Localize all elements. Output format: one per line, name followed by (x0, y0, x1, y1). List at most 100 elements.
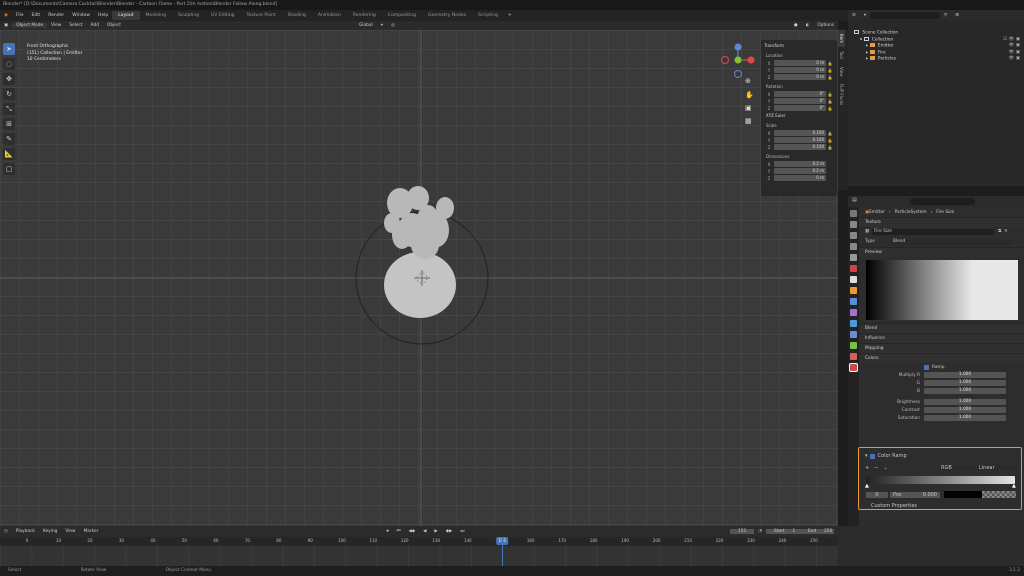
physics-tab-icon[interactable] (850, 320, 857, 327)
select-tool-icon[interactable]: ➤ (3, 43, 15, 55)
rotation-mode-select[interactable]: XYZ Euler (764, 113, 819, 119)
lock-icon[interactable]: 🔓 (826, 131, 834, 136)
menu-object[interactable]: Object (103, 23, 125, 28)
particles-tab-icon[interactable] (850, 309, 857, 316)
lock-icon[interactable]: 🔓 (826, 138, 834, 143)
play-reverse-icon[interactable]: ◀ (419, 529, 430, 534)
outliner-search-field[interactable] (870, 11, 941, 19)
lock-icon[interactable]: 🔓 (826, 68, 834, 73)
zoom-view-icon[interactable]: ⊕ (745, 77, 751, 85)
tab-animation[interactable]: Animation (312, 11, 347, 20)
view-layer-tab-icon[interactable] (850, 243, 857, 250)
interpolation-select[interactable]: Linear (977, 465, 1017, 471)
world-tab-icon[interactable] (850, 265, 857, 272)
proportional-edit-icon[interactable]: ◎ (387, 23, 399, 28)
multiply-r-field[interactable]: 1.000 (924, 372, 1006, 378)
add-cube-tool-icon[interactable]: ▢ (3, 163, 15, 175)
move-tool-icon[interactable]: ✥ (3, 73, 15, 85)
tab-texture-paint[interactable]: Texture Paint (241, 11, 282, 20)
render-tab-icon[interactable] (850, 221, 857, 228)
stop-color-swatch[interactable] (944, 491, 982, 498)
chevron-right-icon[interactable]: ▸ (866, 57, 868, 62)
tab-rendering[interactable]: Rendering (347, 11, 382, 20)
menu-view[interactable]: View (47, 23, 65, 28)
perspective-toggle-icon[interactable]: ▦ (745, 117, 752, 125)
contrast-field[interactable]: 1.000 (924, 407, 1006, 413)
tab-view[interactable]: View (838, 63, 845, 81)
filter-icon[interactable]: ⚲ (940, 13, 951, 18)
tab-uv-editing[interactable]: UV Editing (205, 11, 240, 20)
new-texture-icon[interactable]: ⧉ (998, 229, 1001, 234)
stop-index-field[interactable]: 0 (866, 491, 888, 498)
properties-search-field[interactable] (910, 198, 975, 205)
camera-view-icon[interactable]: ▣ (745, 104, 752, 112)
data-tab-icon[interactable] (850, 342, 857, 349)
tab-geometry-nodes[interactable]: Geometry Nodes (422, 11, 472, 20)
mapping-panel-header[interactable]: Mapping (859, 343, 1024, 353)
scene-tab-icon[interactable] (850, 254, 857, 261)
start-frame-field[interactable]: Start 1 (766, 529, 800, 534)
ramp-menu-icon[interactable]: ⌄ (883, 465, 887, 471)
g-field[interactable]: 1.000 (924, 380, 1006, 386)
menu-playback[interactable]: Playback (12, 529, 39, 534)
outliner-editor-icon[interactable]: ☰ (848, 13, 860, 18)
lock-icon[interactable]: 🔓 (826, 61, 834, 66)
color-ramp-bar[interactable] (866, 476, 1015, 484)
timeline-ruler[interactable]: 0102030405060708090100110120130140150160… (0, 537, 838, 546)
output-tab-icon[interactable] (850, 232, 857, 239)
menu-edit[interactable]: Edit (27, 13, 44, 18)
timeline-editor-icon[interactable]: ◷ (0, 529, 12, 534)
chevron-right-icon[interactable]: ▸ (866, 50, 868, 55)
transform-orientation-selector[interactable]: Global (355, 23, 377, 28)
editor-type-icon[interactable]: ▣ (0, 23, 12, 28)
outliner-item-particles[interactable]: ▸ Particles 👁 ▣ (848, 56, 1024, 63)
ramp-checkbox[interactable] (924, 364, 929, 370)
preview-panel-header[interactable]: Preview (859, 247, 1024, 257)
annotate-tool-icon[interactable]: ✎ (3, 133, 15, 145)
properties-editor-icon[interactable]: ▤ (852, 197, 857, 203)
new-collection-icon[interactable]: ⊞ (951, 13, 963, 18)
tab-item[interactable]: Item (838, 30, 845, 48)
rotate-tool-icon[interactable]: ↻ (3, 88, 15, 100)
viewport-shading-material-icon[interactable]: ◐ (802, 23, 814, 28)
visibility-eye-icon[interactable]: 👁 ▣ (1009, 56, 1020, 63)
chevron-down-icon[interactable]: ▾ (865, 453, 868, 459)
prev-keyframe-icon[interactable]: ◀◆ (404, 529, 419, 534)
color-mode-select[interactable]: RGB (939, 465, 975, 471)
options-menu[interactable]: Options (813, 23, 838, 28)
lock-icon[interactable]: 🔓 (826, 106, 834, 111)
color-ramp-header[interactable]: ▾ Color Ramp (865, 453, 907, 459)
tab-scripting[interactable]: Scripting (472, 11, 504, 20)
ramp-stop-handle[interactable]: ▲ (1012, 483, 1016, 489)
lock-icon[interactable]: 🔓 (826, 99, 834, 104)
add-workspace-icon[interactable]: + (504, 13, 516, 18)
lock-icon[interactable]: 🔓 (826, 75, 834, 80)
clock-icon[interactable]: ◔ (754, 529, 766, 534)
tab-sculpting[interactable]: Sculpting (172, 11, 205, 20)
jump-end-icon[interactable]: ⏭ (456, 529, 468, 534)
navigation-gizmo-icon[interactable] (721, 43, 755, 78)
tab-shading[interactable]: Shading (282, 11, 312, 20)
collection-tab-icon[interactable] (850, 276, 857, 283)
current-frame-field[interactable]: 151 (730, 529, 755, 534)
play-icon[interactable]: ▶ (430, 529, 441, 534)
texture-tab-icon[interactable] (849, 363, 858, 372)
blender-logo-icon[interactable]: ◉ (0, 13, 12, 18)
type-select[interactable]: Blend (891, 238, 1013, 245)
menu-render[interactable]: Render (44, 13, 68, 18)
menu-window[interactable]: Window (68, 13, 94, 18)
pos-field[interactable]: Pos 0.000 (890, 491, 940, 498)
menu-help[interactable]: Help (94, 13, 112, 18)
dimensions-x-field[interactable]: 0.2 m (774, 161, 826, 167)
object-tab-icon[interactable] (850, 287, 857, 294)
color-ramp-checkbox[interactable] (869, 453, 875, 459)
snap-icon[interactable]: ⌖ (377, 23, 387, 28)
menu-view[interactable]: View (61, 529, 79, 534)
end-frame-field[interactable]: End 250 (800, 529, 834, 534)
scale-tool-icon[interactable]: ⤡ (3, 103, 15, 115)
remove-stop-icon[interactable]: − (874, 465, 878, 471)
constraints-tab-icon[interactable] (850, 331, 857, 338)
modifier-tab-icon[interactable] (850, 298, 857, 305)
menu-marker[interactable]: Marker (80, 529, 103, 534)
ramp-stop-handle[interactable]: ▲ (865, 483, 869, 489)
